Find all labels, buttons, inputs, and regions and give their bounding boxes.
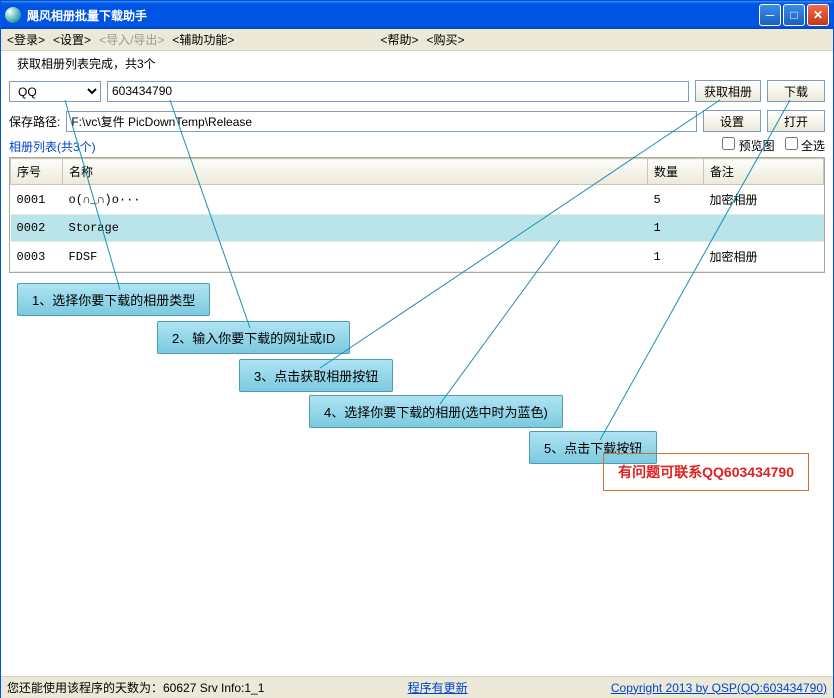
menu-settings[interactable]: <设置>: [53, 31, 91, 48]
cell-num: 0003: [11, 242, 63, 272]
menu-buy[interactable]: <购买>: [426, 31, 464, 48]
menu-aux[interactable]: <辅助功能>: [172, 31, 234, 48]
cell-name: Storage: [63, 215, 648, 242]
download-button[interactable]: 下载: [767, 80, 825, 102]
menubar: <登录> <设置> <导入/导出> <辅助功能> <帮助> <购买>: [1, 29, 833, 51]
col-remark[interactable]: 备注: [704, 159, 824, 185]
get-album-button[interactable]: 获取相册: [695, 80, 761, 102]
status-line: 获取相册列表完成，共3个: [1, 51, 833, 76]
cell-name: FDSF: [63, 242, 648, 272]
callout-1: 1、选择你要下载的相册类型: [17, 283, 210, 316]
minimize-button[interactable]: ─: [759, 4, 781, 26]
col-num[interactable]: 序号: [11, 159, 63, 185]
cell-count: 5: [648, 185, 704, 215]
cell-count: 1: [648, 215, 704, 242]
copyright-link[interactable]: Copyright 2013 by QSP(QQ:603434790): [611, 681, 827, 695]
cell-remark: [704, 215, 824, 242]
col-name[interactable]: 名称: [63, 159, 648, 185]
cell-count: 1: [648, 242, 704, 272]
titlebar: 飓风相册批量下载助手 ─ □ ✕: [1, 1, 833, 29]
close-button[interactable]: ✕: [807, 4, 829, 26]
statusbar: 您还能使用该程序的天数为：60627 Srv Info:1_1 程序有更新 Co…: [1, 676, 833, 698]
preview-checkbox[interactable]: 预览图: [722, 137, 774, 154]
cell-name: o(∩_∩)o···: [63, 185, 648, 215]
table-row[interactable]: 0001o(∩_∩)o···5加密相册: [11, 185, 824, 215]
settings-button[interactable]: 设置: [703, 110, 761, 132]
status-left: 您还能使用该程序的天数为：60627 Srv Info:1_1: [7, 679, 264, 696]
contact-info: 有问题可联系QQ603434790: [603, 453, 809, 491]
callout-2: 2、输入你要下载的网址或ID: [157, 321, 350, 354]
window-title: 飓风相册批量下载助手: [27, 7, 759, 24]
callout-4: 4、选择你要下载的相册(选中时为蓝色): [309, 395, 563, 428]
table-row[interactable]: 0002Storage1: [11, 215, 824, 242]
menu-help[interactable]: <帮助>: [380, 31, 418, 48]
open-button[interactable]: 打开: [767, 110, 825, 132]
callout-3: 3、点击获取相册按钮: [239, 359, 393, 392]
source-dropdown[interactable]: QQ: [9, 81, 101, 102]
cell-remark: 加密相册: [704, 185, 824, 215]
update-link[interactable]: 程序有更新: [408, 681, 468, 695]
menu-login[interactable]: <登录>: [7, 31, 45, 48]
menu-import-export[interactable]: <导入/导出>: [99, 31, 164, 48]
app-icon: [5, 7, 21, 23]
col-count[interactable]: 数量: [648, 159, 704, 185]
save-path-input[interactable]: [66, 111, 697, 132]
album-table: 序号 名称 数量 备注 0001o(∩_∩)o···5加密相册0002Stora…: [9, 157, 825, 273]
cell-num: 0001: [11, 185, 63, 215]
maximize-button[interactable]: □: [783, 4, 805, 26]
table-row[interactable]: 0003FDSF1加密相册: [11, 242, 824, 272]
select-all-checkbox[interactable]: 全选: [785, 137, 825, 154]
cell-num: 0002: [11, 215, 63, 242]
album-list-label: 相册列表(共3个): [1, 136, 104, 157]
callouts-area: 1、选择你要下载的相册类型 2、输入你要下载的网址或ID 3、点击获取相册按钮 …: [9, 273, 825, 493]
save-path-label: 保存路径:: [9, 113, 60, 130]
cell-remark: 加密相册: [704, 242, 824, 272]
id-input[interactable]: [107, 81, 689, 102]
